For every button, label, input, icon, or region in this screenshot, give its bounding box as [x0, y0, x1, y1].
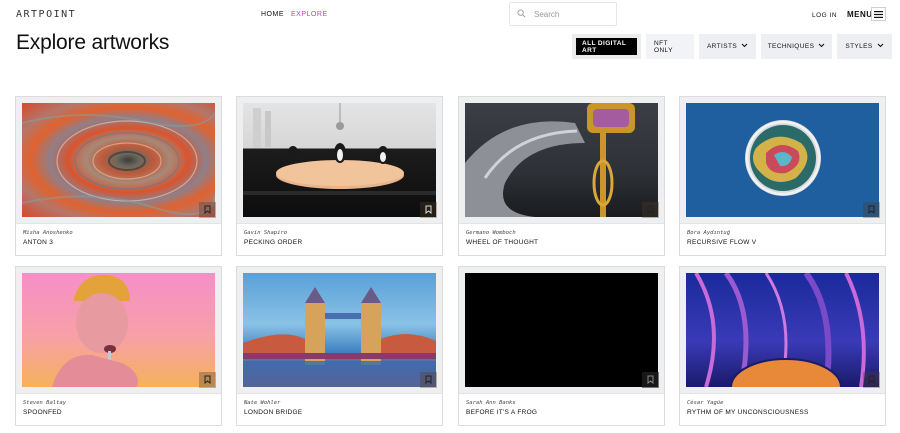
nav-explore[interactable]: EXPLORE [291, 11, 328, 18]
bookmark-icon [425, 371, 432, 389]
artist-name[interactable]: Germano Womboch [466, 230, 516, 236]
filter-bar: ALL DIGITAL ART NFT ONLY ARTISTS TECHNIQ… [572, 34, 892, 59]
artwork-image-frame [680, 97, 885, 224]
chevron-down-icon [818, 43, 825, 50]
artwork-image-frame [680, 267, 885, 394]
artist-name[interactable]: Bora Aydıntuğ [687, 230, 730, 236]
search-icon [517, 5, 526, 23]
artwork-title[interactable]: PECKING ORDER [244, 239, 302, 246]
artwork-image-frame [237, 267, 442, 394]
artwork-title[interactable]: WHEEL OF THOUGHT [466, 239, 538, 246]
filter-artists-dropdown[interactable]: ARTISTS [699, 34, 756, 59]
hamburger-menu-button[interactable] [871, 7, 886, 21]
artwork-image[interactable] [22, 273, 215, 387]
bookmark-icon [425, 201, 432, 219]
artwork-card[interactable]: Germano Womboch WHEEL OF THOUGHT [458, 96, 665, 256]
artwork-title[interactable]: ANTON 3 [23, 239, 53, 246]
page-title: Explore artworks [16, 31, 170, 54]
bookmark-icon [647, 371, 654, 389]
artwork-image-frame [459, 267, 664, 394]
artwork-image[interactable] [22, 103, 215, 217]
bookmark-button[interactable] [199, 202, 216, 218]
menu-label[interactable]: MENU [847, 10, 873, 19]
artwork-image-frame [16, 97, 221, 224]
artwork-title[interactable]: BEFORE IT'S A FROG [466, 409, 537, 416]
artist-name[interactable]: Steven Baltay [23, 400, 66, 406]
artwork-card[interactable]: Nate Wohler LONDON BRIDGE [236, 266, 443, 426]
filter-techniques-dropdown[interactable]: TECHNIQUES [761, 34, 832, 59]
artwork-card[interactable]: Gavin Shapiro PECKING ORDER [236, 96, 443, 256]
filter-label: ARTISTS [706, 43, 738, 50]
filter-styles-dropdown[interactable]: STYLES [837, 34, 892, 59]
bookmark-button[interactable] [863, 202, 880, 218]
bookmark-icon [647, 201, 654, 219]
bookmark-button[interactable] [642, 202, 659, 218]
artwork-image[interactable] [465, 273, 658, 387]
chevron-down-icon [741, 43, 748, 50]
artwork-title[interactable]: RECURSIVE FLOW V [687, 239, 756, 246]
artwork-image[interactable] [686, 103, 879, 217]
bookmark-icon [204, 371, 211, 389]
artwork-image-frame [237, 97, 442, 224]
bookmark-icon [868, 371, 875, 389]
artist-name[interactable]: Nate Wohler [244, 400, 280, 406]
search-input[interactable] [534, 9, 604, 19]
logo[interactable]: ARTPOINT [16, 9, 76, 20]
artwork-card[interactable]: Sarah Ann Banks BEFORE IT'S A FROG [458, 266, 665, 426]
bookmark-icon [868, 201, 875, 219]
bookmark-button[interactable] [863, 372, 880, 388]
artwork-image[interactable] [686, 273, 879, 387]
bookmark-button[interactable] [199, 372, 216, 388]
search-box[interactable] [509, 2, 617, 26]
bookmark-button[interactable] [420, 202, 437, 218]
hamburger-icon [874, 5, 883, 23]
artwork-image[interactable] [465, 103, 658, 217]
artist-name[interactable]: Misha Anoshenko [23, 230, 73, 236]
login-link[interactable]: LOG IN [812, 12, 837, 19]
artwork-title[interactable]: LONDON BRIDGE [244, 409, 302, 416]
bookmark-icon [204, 201, 211, 219]
artwork-title[interactable]: SPOONFED [23, 409, 62, 416]
main-nav: HOME EXPLORE [261, 11, 328, 18]
artwork-card[interactable]: Steven Baltay SPOONFED [15, 266, 222, 426]
filter-label: STYLES [845, 43, 873, 50]
filter-label: NFT ONLY [654, 39, 673, 54]
artwork-image-frame [16, 267, 221, 394]
chevron-down-icon [877, 43, 884, 50]
artwork-title[interactable]: RYTHM OF MY UNCONSCIOUSNESS [687, 409, 809, 416]
artist-name[interactable]: Gavin Shapiro [244, 230, 287, 236]
artwork-image-frame [459, 97, 664, 224]
filter-label: TECHNIQUES [767, 43, 815, 50]
filter-label: ALL DIGITAL ART [576, 38, 637, 55]
artist-name[interactable]: Sarah Ann Banks [466, 400, 516, 406]
artwork-card[interactable]: Bora Aydıntuğ RECURSIVE FLOW V [679, 96, 886, 256]
filter-all-digital-art[interactable]: ALL DIGITAL ART [572, 34, 641, 59]
artwork-card[interactable]: César Yagüe RYTHM OF MY UNCONSCIOUSNESS [679, 266, 886, 426]
artwork-image[interactable] [243, 103, 436, 217]
bookmark-button[interactable] [420, 372, 437, 388]
nav-home[interactable]: HOME [261, 11, 284, 18]
artwork-image[interactable] [243, 273, 436, 387]
bookmark-button[interactable] [642, 372, 659, 388]
artist-name[interactable]: César Yagüe [687, 400, 723, 406]
artwork-card[interactable]: Misha Anoshenko ANTON 3 [15, 96, 222, 256]
filter-nft-only[interactable]: NFT ONLY [646, 34, 694, 59]
